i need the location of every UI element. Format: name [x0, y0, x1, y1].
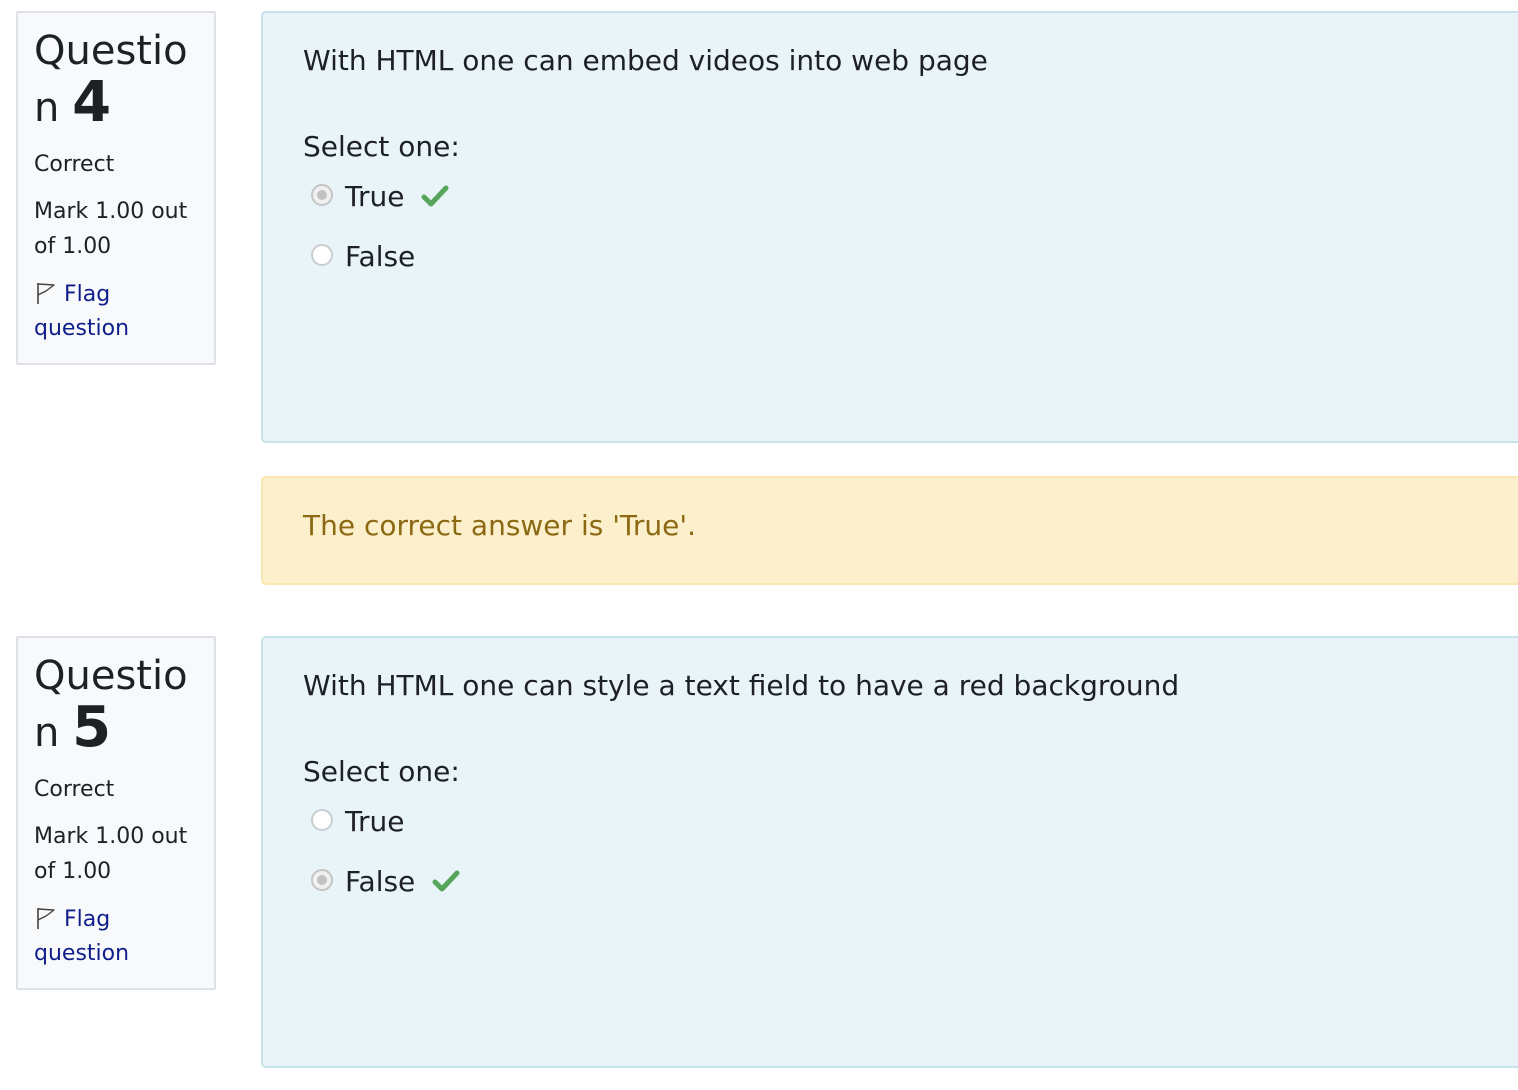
question-number: 4 — [72, 70, 112, 135]
flag-icon — [37, 283, 55, 304]
question-state: Correct — [34, 152, 115, 177]
question-number-heading: Questio n 5 — [34, 650, 199, 759]
answer-option-true[interactable]: True — [303, 792, 1499, 852]
question-state: Correct — [34, 777, 115, 802]
answer-label[interactable]: False — [345, 865, 415, 898]
answer-label[interactable]: False — [345, 240, 415, 273]
question-formulation: With HTML one can embed videos into web … — [261, 11, 1518, 443]
answer-option-false[interactable]: False — [303, 852, 1499, 912]
answer-label[interactable]: True — [345, 805, 404, 838]
question-label-suffix: n — [34, 85, 60, 131]
radio-button[interactable] — [311, 244, 333, 266]
radio-button-selected[interactable] — [311, 184, 333, 206]
question-number: 5 — [72, 695, 112, 760]
question-grade: Mark 1.00 out of 1.00 — [34, 199, 188, 259]
question-label-suffix: n — [34, 710, 60, 756]
flag-question-link[interactable]: Flag question — [34, 278, 199, 346]
question-text: With HTML one can embed videos into web … — [303, 44, 988, 77]
question-formulation: With HTML one can style a text field to … — [261, 636, 1518, 1068]
flag-question-link[interactable]: Flag question — [34, 903, 199, 971]
question-text: With HTML one can style a text field to … — [303, 669, 1180, 702]
select-prompt: Select one: — [303, 755, 460, 788]
answer-label[interactable]: True — [345, 180, 404, 213]
radio-button-selected[interactable] — [311, 869, 333, 891]
answer-option-false[interactable]: False — [303, 227, 1499, 287]
question-label-prefix: Questio — [34, 28, 188, 74]
question-grade: Mark 1.00 out of 1.00 — [34, 824, 188, 884]
question-info: Questio n 4 Correct Mark 1.00 out of 1.0… — [16, 11, 216, 365]
flag-icon — [37, 908, 55, 929]
check-icon — [421, 185, 449, 207]
check-icon — [432, 870, 460, 892]
answer-option-true[interactable]: True — [303, 167, 1499, 227]
question-number-heading: Questio n 4 — [34, 25, 199, 134]
question-label-prefix: Questio — [34, 653, 188, 699]
correct-answer-feedback: The correct answer is 'True'. — [261, 476, 1518, 585]
select-prompt: Select one: — [303, 130, 460, 163]
question-info: Questio n 5 Correct Mark 1.00 out of 1.0… — [16, 636, 216, 990]
radio-button[interactable] — [311, 809, 333, 831]
